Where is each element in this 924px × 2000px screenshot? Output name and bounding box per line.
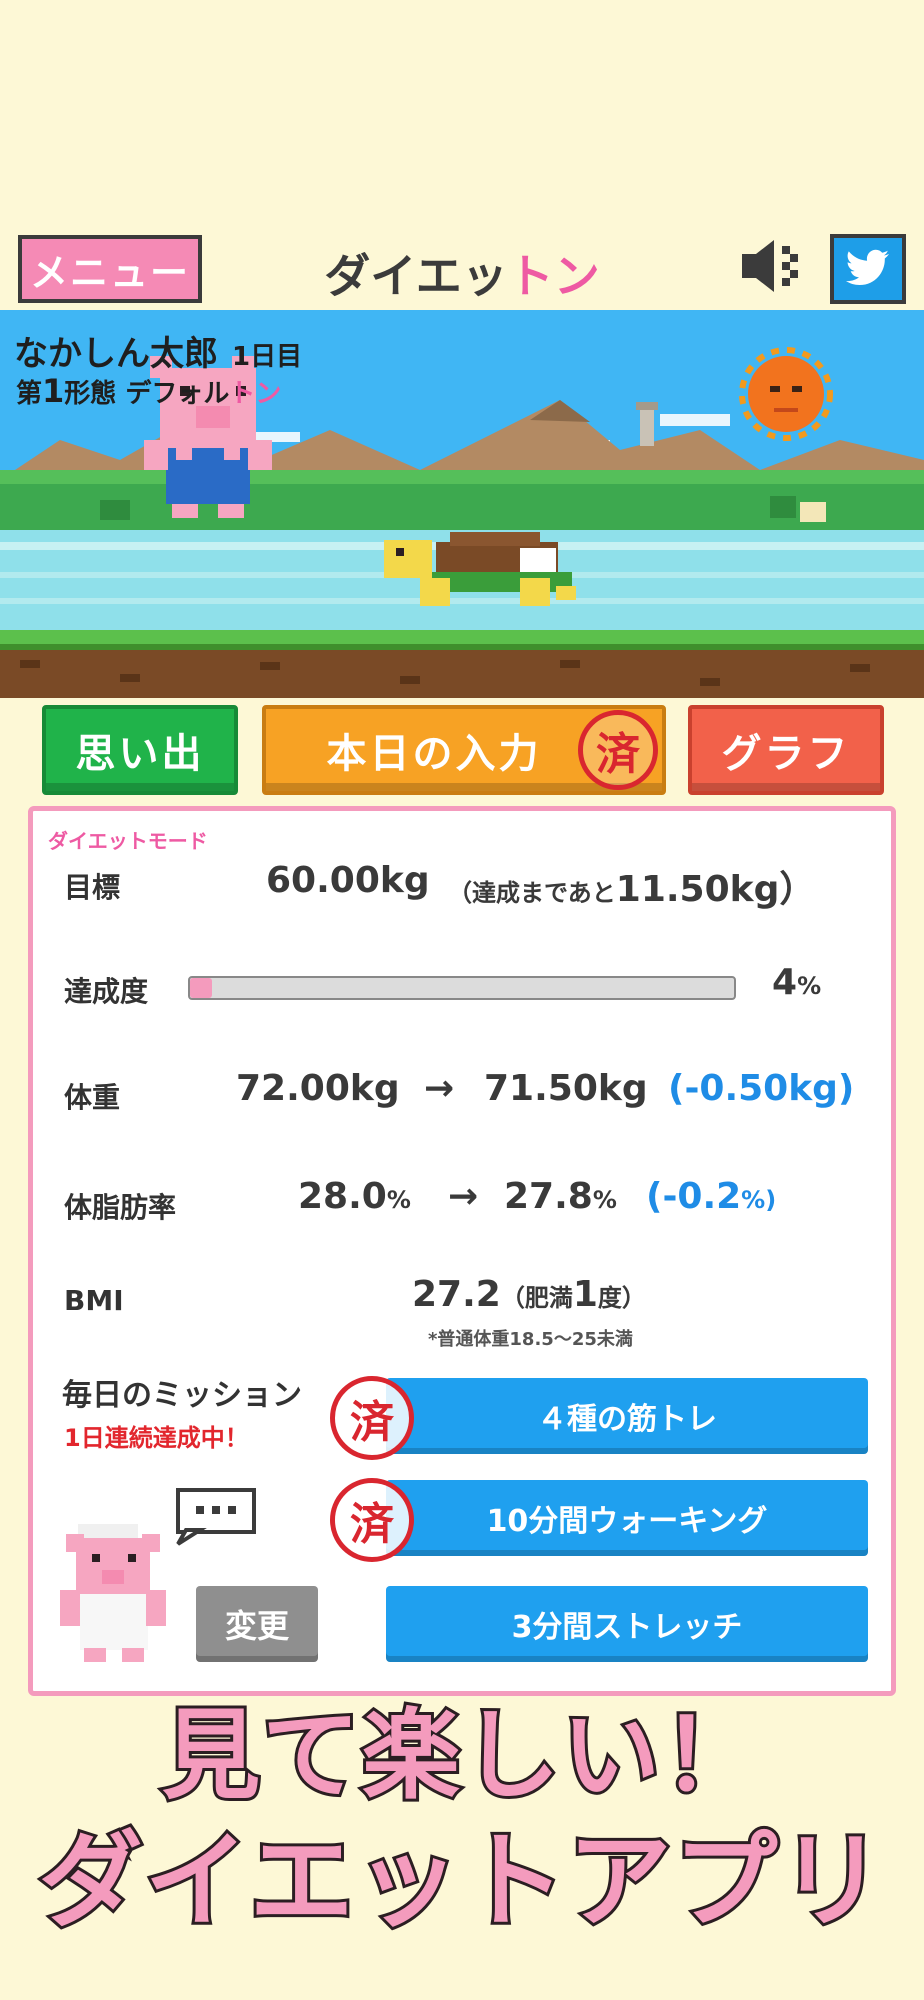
bmi-label: BMI xyxy=(64,1284,124,1317)
graph-button[interactable]: グラフ xyxy=(688,705,884,795)
bmi-number: 27.2 xyxy=(412,1274,501,1315)
player-name: なかしん太郎 1日目 xyxy=(14,326,302,375)
player-name-text: なかしん太郎 xyxy=(14,334,218,374)
body-fat-diff: (-0.2%) xyxy=(646,1176,776,1217)
mission-streak: 1日連続達成中！ xyxy=(64,1424,249,1452)
weight-from: 72.00kg xyxy=(236,1068,400,1109)
twitter-bird-icon xyxy=(845,249,889,285)
progress-bar xyxy=(188,976,736,1000)
progress-bar-fill xyxy=(190,978,212,998)
app-title-main: ダイエッ xyxy=(324,249,508,303)
bmi-value: 27.2（肥満1度） xyxy=(412,1274,646,1315)
mission-title: 毎日のミッション xyxy=(62,1378,302,1413)
goal-remaining-text: （達成まであと xyxy=(448,879,616,907)
body-fat-diff-unit: %) xyxy=(741,1186,777,1214)
mission-button-3[interactable]: 3分間ストレッチ xyxy=(386,1586,868,1662)
form-prefix: 第 xyxy=(16,379,43,409)
today-input-label: 本日の入力 xyxy=(326,731,542,777)
progress-percent-unit: % xyxy=(797,972,822,1000)
body-fat-to-value: 27.8 xyxy=(504,1176,593,1217)
memories-button[interactable]: 思い出 xyxy=(42,705,238,795)
weight-to: 71.50kg xyxy=(484,1068,648,1109)
body-fat-from-unit: % xyxy=(386,1186,411,1214)
body-fat-to-unit: % xyxy=(592,1186,617,1214)
form-name: 形態 デフォル xyxy=(64,379,230,409)
mission-done-stamp-icon: 済 xyxy=(330,1478,414,1562)
bmi-note: *普通体重18.5〜25未満 xyxy=(428,1329,633,1350)
body-fat-to: 27.8% xyxy=(504,1176,617,1217)
progress-label: 達成度 xyxy=(64,975,149,1008)
progress-percent-value: 4 xyxy=(772,962,798,1003)
goal-label: 目標 xyxy=(64,871,121,904)
bmi-class-suffix: 度） xyxy=(597,1284,646,1312)
player-form: 第1形態 デフォルトン xyxy=(16,372,281,410)
goal-remaining: （達成まであと11.50kg） xyxy=(448,860,815,912)
weight-label: 体重 xyxy=(64,1081,121,1114)
goal-remaining-value: 11.50kg） xyxy=(615,869,816,910)
weight-arrow: → xyxy=(424,1068,455,1109)
mission-done-stamp-icon: 済 xyxy=(330,1376,414,1460)
body-fat-arrow: → xyxy=(448,1176,479,1217)
bmi-class-text: （肥満 xyxy=(500,1284,573,1312)
speaker-mute-icon[interactable] xyxy=(740,236,806,296)
done-stamp-icon: 済 xyxy=(578,710,658,790)
goal-value: 60.00kg xyxy=(266,860,430,901)
body-fat-from: 28.0% xyxy=(298,1176,411,1217)
mission-button-1[interactable]: ４種の筋トレ xyxy=(386,1378,868,1454)
form-name-accent: トン xyxy=(229,379,282,409)
promo-line-2: ダイエットアプリ xyxy=(36,1817,887,1945)
body-fat-diff-value: (-0.2 xyxy=(646,1176,742,1217)
mission-button-2[interactable]: 10分間ウォーキング xyxy=(386,1480,868,1556)
chef-pig-character xyxy=(58,1524,168,1664)
diet-mode-label: ダイエットモード xyxy=(48,829,208,853)
body-fat-from-value: 28.0 xyxy=(298,1176,387,1217)
speech-bubble-icon[interactable] xyxy=(172,1486,258,1546)
twitter-share-button[interactable] xyxy=(830,234,906,304)
body-fat-label: 体脂肪率 xyxy=(64,1191,177,1224)
app-title-accent: トン xyxy=(507,249,600,303)
bmi-class-number: 1 xyxy=(572,1274,598,1315)
form-number: 1 xyxy=(42,372,65,410)
progress-percent: 4% xyxy=(772,962,821,1003)
weight-diff: (-0.50kg) xyxy=(668,1068,855,1109)
change-mission-button[interactable]: 変更 xyxy=(196,1586,318,1662)
day-counter: 1日目 xyxy=(232,342,303,372)
